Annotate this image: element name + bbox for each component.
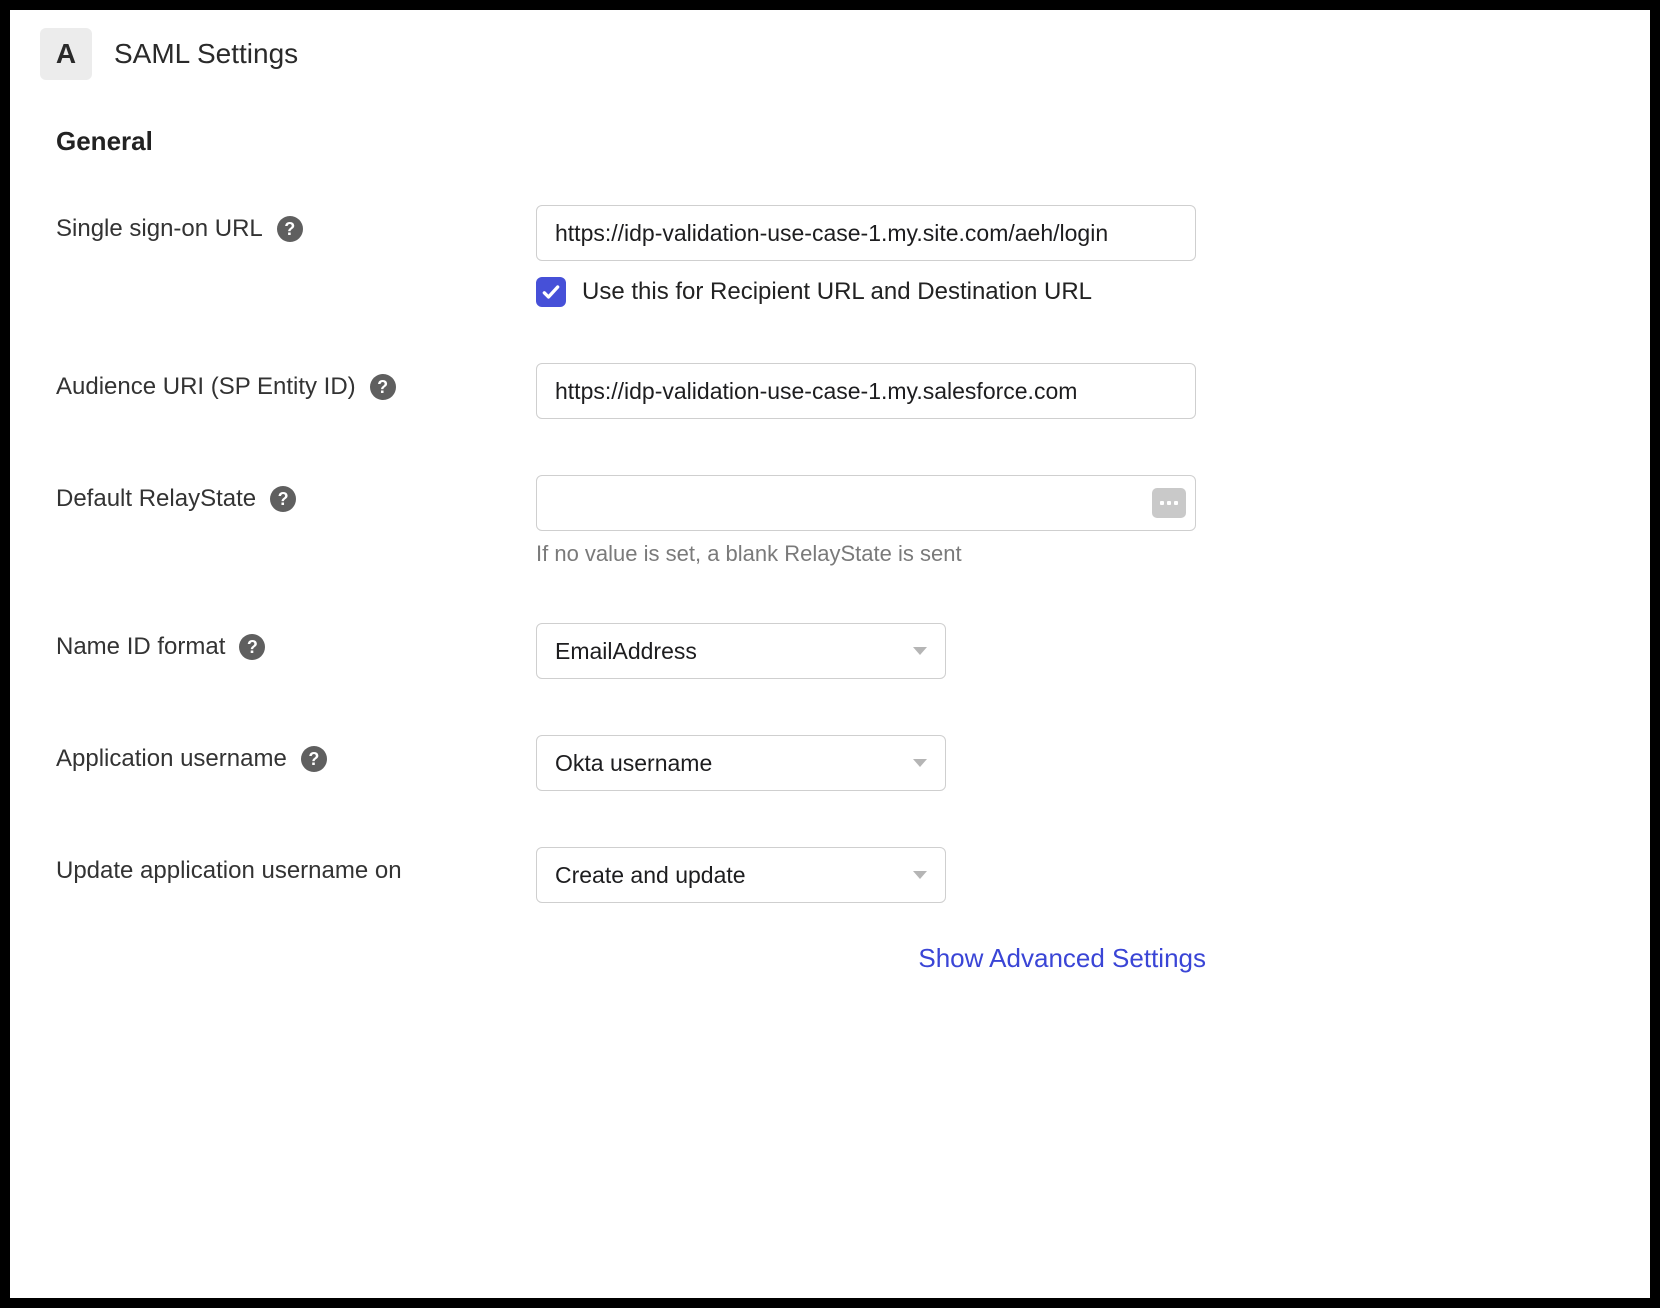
row-name-id-format: Name ID format ? EmailAddress [56, 623, 1232, 679]
label-sso-url: Single sign-on URL [56, 215, 263, 243]
update-on-value: Create and update [555, 862, 746, 889]
label-update-on: Update application username on [56, 857, 402, 885]
help-icon[interactable]: ? [239, 634, 265, 660]
app-username-value: Okta username [555, 750, 712, 777]
name-id-format-value: EmailAddress [555, 638, 697, 665]
help-icon[interactable]: ? [370, 374, 396, 400]
help-icon[interactable]: ? [270, 486, 296, 512]
panel-title: SAML Settings [114, 38, 298, 70]
section-heading-general: General [56, 126, 1232, 157]
panel-header: A SAML Settings [10, 28, 1232, 80]
use-for-recipient-dest-label: Use this for Recipient URL and Destinati… [582, 278, 1092, 306]
header-badge: A [40, 28, 92, 80]
help-icon[interactable]: ? [277, 216, 303, 242]
row-update-on: Update application username on Create an… [56, 847, 1232, 903]
sso-url-input[interactable] [536, 205, 1196, 261]
audience-uri-input[interactable] [536, 363, 1196, 419]
row-sso-url: Single sign-on URL ? Use this for Recipi… [56, 205, 1232, 307]
row-audience-uri: Audience URI (SP Entity ID) ? [56, 363, 1232, 419]
help-icon[interactable]: ? [301, 746, 327, 772]
app-username-select[interactable]: Okta username [536, 735, 946, 791]
relay-state-input[interactable] [536, 475, 1196, 531]
use-for-recipient-dest-checkbox[interactable] [536, 277, 566, 307]
chevron-down-icon [913, 647, 927, 655]
chevron-down-icon [913, 871, 927, 879]
chevron-down-icon [913, 759, 927, 767]
saml-settings-panel: A SAML Settings General Single sign-on U… [0, 0, 1660, 1308]
label-app-username: Application username [56, 745, 287, 773]
label-relay-state: Default RelayState [56, 485, 256, 513]
check-icon [541, 282, 561, 302]
label-name-id-format: Name ID format [56, 633, 225, 661]
dots-icon [1160, 501, 1164, 505]
name-id-format-select[interactable]: EmailAddress [536, 623, 946, 679]
update-on-select[interactable]: Create and update [536, 847, 946, 903]
relay-state-helper: If no value is set, a blank RelayState i… [536, 541, 1232, 567]
row-app-username: Application username ? Okta username [56, 735, 1232, 791]
row-relay-state: Default RelayState ? If no value is set,… [56, 475, 1232, 567]
label-audience-uri: Audience URI (SP Entity ID) [56, 373, 356, 401]
relay-state-expand-button[interactable] [1152, 488, 1186, 518]
show-advanced-settings-link[interactable]: Show Advanced Settings [918, 943, 1206, 974]
